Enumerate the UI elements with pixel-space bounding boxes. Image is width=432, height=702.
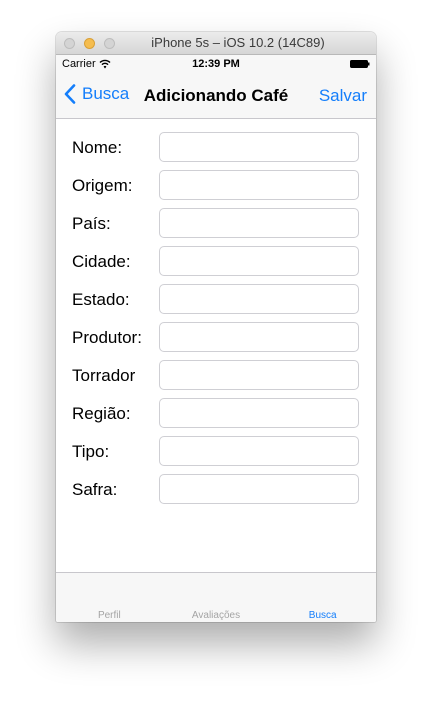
tipo-field[interactable] [159,436,359,466]
field-label-origem: Origem: [72,176,133,195]
desktop-background: iPhone 5s – iOS 10.2 (14C89) Carrier 12:… [0,0,432,702]
field-label-safra: Safra: [72,480,118,499]
field-label-tipo: Tipo: [72,442,110,461]
form-row-origem: Origem: [56,170,376,208]
estado-field[interactable] [159,284,359,314]
regiao-field[interactable] [159,398,359,428]
status-bar: Carrier 12:39 PM [56,55,376,73]
origem-field[interactable] [159,170,359,200]
tab-label-busca: Busca [308,610,337,621]
safra-field[interactable] [159,474,359,504]
form-row-regiao: Região: [56,398,376,436]
field-label-estado: Estado: [72,290,130,309]
nome-field[interactable] [159,132,359,162]
produtor-field[interactable] [159,322,359,352]
status-time: 12:39 PM [192,58,240,70]
cidade-field[interactable] [159,246,359,276]
torrador-field[interactable] [159,360,359,390]
form-row-torrador: Torrador [56,360,376,398]
field-label-produtor: Produtor: [72,328,142,347]
pais-field[interactable] [159,208,359,238]
simulator-window: iPhone 5s – iOS 10.2 (14C89) Carrier 12:… [56,32,376,622]
form-row-pais: País: [56,208,376,246]
window-title: iPhone 5s – iOS 10.2 (14C89) [151,35,325,50]
tab-label-perfil: Perfil [97,610,121,621]
coffee-form: Nome: Origem: País: Cidade: Estado: Prod… [56,132,376,512]
field-label-regiao: Região: [72,404,131,423]
tab-avaliacoes[interactable]: Avaliações [163,573,270,622]
form-row-produtor: Produtor: [56,322,376,360]
form-row-safra: Safra: [56,474,376,512]
save-button[interactable]: Salvar [319,86,367,106]
tab-bar: Perfil Avaliações Busca [56,572,376,622]
field-label-cidade: Cidade: [72,252,131,271]
navigation-bar: Busca Adicionando Café Salvar [56,73,376,119]
field-label-nome: Nome: [72,138,123,157]
battery-icon [350,60,370,68]
field-label-torrador: Torrador [72,366,136,385]
form-row-cidade: Cidade: [56,246,376,284]
form-row-estado: Estado: [56,284,376,322]
tab-busca[interactable]: Busca [269,573,376,622]
tab-label-avaliacoes: Avaliações [191,610,241,621]
field-label-pais: País: [72,214,111,233]
window-titlebar[interactable]: iPhone 5s – iOS 10.2 (14C89) [56,32,376,55]
tab-perfil[interactable]: Perfil [56,573,163,622]
form-row-nome: Nome: [56,132,376,170]
form-row-tipo: Tipo: [56,436,376,474]
